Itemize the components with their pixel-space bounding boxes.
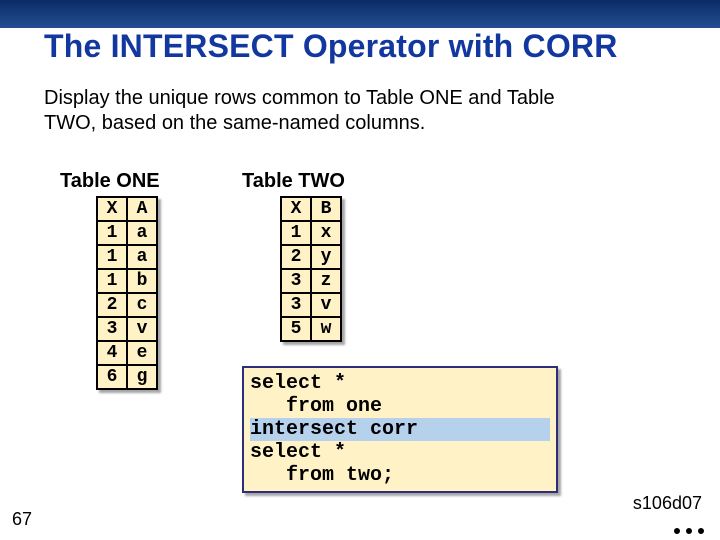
- table-cell: 2: [97, 293, 127, 317]
- table-cell: 6: [97, 365, 127, 389]
- table-two: X B 1x 2y 3z 3v 5w: [280, 196, 342, 342]
- table-cell: a: [127, 221, 157, 245]
- table-header-cell: A: [127, 197, 157, 221]
- table-cell: c: [127, 293, 157, 317]
- table-cell: z: [311, 269, 341, 293]
- code-line: from one: [250, 395, 550, 418]
- table-cell: 1: [97, 269, 127, 293]
- table-cell: e: [127, 341, 157, 365]
- table-row: 1a: [97, 221, 157, 245]
- slide-number: 67: [12, 509, 32, 530]
- table-cell: 5: [281, 317, 311, 341]
- table-one-caption: Table ONE: [60, 170, 160, 193]
- table-cell: 3: [281, 269, 311, 293]
- code-line-highlight: intersect corr: [250, 418, 550, 441]
- slide-title: The INTERSECT Operator with CORR: [44, 28, 618, 65]
- table-cell: v: [311, 293, 341, 317]
- table-header-cell: B: [311, 197, 341, 221]
- table-row: 2c: [97, 293, 157, 317]
- table-cell: 4: [97, 341, 127, 365]
- table-row: 4e: [97, 341, 157, 365]
- code-line: from two;: [250, 464, 550, 487]
- table-cell: 2: [281, 245, 311, 269]
- table-row: 5w: [281, 317, 341, 341]
- table-cell: w: [311, 317, 341, 341]
- table-row: 6g: [97, 365, 157, 389]
- table-cell: v: [127, 317, 157, 341]
- table-row: 3v: [97, 317, 157, 341]
- table-row: 3z: [281, 269, 341, 293]
- table-two-caption: Table TWO: [242, 170, 345, 193]
- table-cell: 1: [281, 221, 311, 245]
- code-line: select *: [250, 441, 550, 464]
- table-row: 2y: [281, 245, 341, 269]
- code-block: select * from oneintersect corrselect * …: [242, 366, 558, 493]
- table-cell: 3: [281, 293, 311, 317]
- continuation-dots-icon: [674, 528, 704, 534]
- slide-subtitle: Display the unique rows common to Table …: [44, 86, 604, 136]
- table-header-cell: X: [97, 197, 127, 221]
- table-row: 1x: [281, 221, 341, 245]
- table-row: X A: [97, 197, 157, 221]
- table-header-cell: X: [281, 197, 311, 221]
- table-row: 1a: [97, 245, 157, 269]
- table-cell: g: [127, 365, 157, 389]
- table-row: X B: [281, 197, 341, 221]
- table-cell: b: [127, 269, 157, 293]
- table-cell: a: [127, 245, 157, 269]
- table-row: 1b: [97, 269, 157, 293]
- slide-ref: s106d07: [633, 493, 702, 514]
- code-line: select *: [250, 372, 550, 395]
- table-cell: 1: [97, 221, 127, 245]
- table-cell: 3: [97, 317, 127, 341]
- table-one: X A 1a 1a 1b 2c 3v 4e 6g: [96, 196, 158, 390]
- header-bar: [0, 0, 720, 28]
- table-cell: y: [311, 245, 341, 269]
- table-cell: x: [311, 221, 341, 245]
- table-cell: 1: [97, 245, 127, 269]
- table-row: 3v: [281, 293, 341, 317]
